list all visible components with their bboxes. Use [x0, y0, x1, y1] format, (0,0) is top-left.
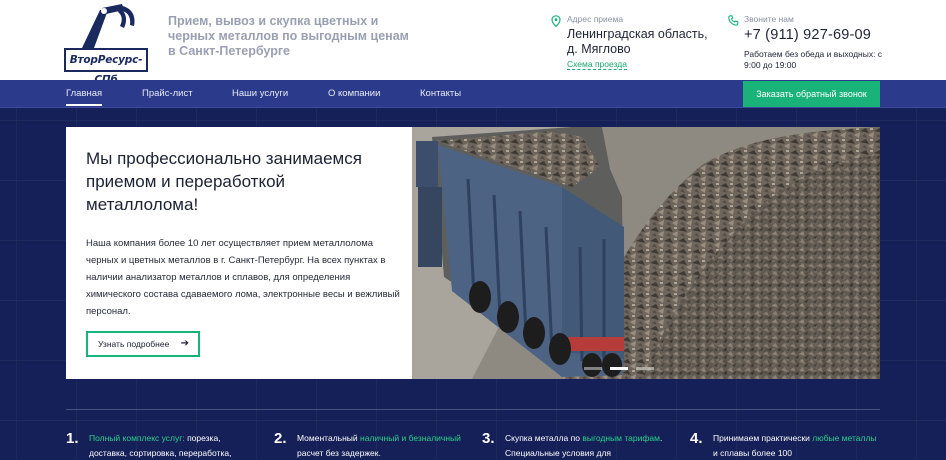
hero-title: Мы профессионально занимаемся приемом и …	[86, 149, 362, 214]
feature-text-before: Принимаем практически	[713, 433, 813, 443]
phone-icon	[728, 15, 739, 26]
scrap-truck-illustration	[412, 127, 880, 379]
learn-more-label: Узнать подробнее	[98, 339, 170, 349]
site-header: ВторРесурс-СПб Прием, вывоз и скупка цве…	[0, 0, 946, 86]
directions-link[interactable]: Схема проезда	[567, 59, 627, 70]
working-hours: Работаем без обеда и выходных: с 9:00 до…	[744, 49, 883, 70]
slider-dot[interactable]	[636, 367, 654, 370]
location-pin-icon	[551, 15, 561, 27]
excavator-claw-icon	[82, 4, 135, 48]
section-divider	[66, 409, 880, 410]
nav-item-services[interactable]: Наши услуги	[232, 80, 288, 108]
feature-text: Принимаем практически любые металлы и сп…	[713, 431, 883, 460]
feature-number: 1.	[66, 430, 79, 447]
site-logo[interactable]: ВторРесурс-СПб	[64, 2, 148, 86]
logo-wordmark: ВторРесурс-СПб	[64, 48, 148, 86]
learn-more-button[interactable]: Узнать подробнее ➔	[86, 331, 200, 357]
feature-text: Скупка металла по выгодным тарифам. Спец…	[505, 431, 675, 460]
hero-card: Мы профессионально занимаемся приемом и …	[66, 127, 412, 379]
slider-dot-active[interactable]	[610, 367, 628, 370]
feature-text-after: расчет без задержек.	[297, 448, 381, 458]
callback-request-button[interactable]: Заказать обратный звонок	[743, 81, 880, 107]
nav-item-about[interactable]: О компании	[328, 80, 380, 108]
feature-number: 4.	[690, 430, 703, 447]
feature-text: Моментальный наличный и безналичный расч…	[297, 431, 467, 460]
feature-highlight: Полный комплекс услуг:	[89, 433, 185, 443]
feature-number: 3.	[482, 430, 495, 447]
hero-slide-image	[412, 127, 880, 379]
address-value: Ленинградская область, д. Мяглово	[567, 27, 708, 56]
phone-number[interactable]: +7 (911) 927-69-09	[744, 27, 871, 43]
phone-label: Звоните нам	[744, 14, 794, 24]
feature-text-before: Скупка металла по	[505, 433, 583, 443]
feature-highlight: выгодным тарифам	[582, 433, 660, 443]
nav-item-contacts[interactable]: Контакты	[420, 80, 461, 108]
nav-item-price-list[interactable]: Прайс-лист	[142, 80, 193, 108]
nav-item-home[interactable]: Главная	[66, 80, 103, 108]
arrow-right-icon: ➔	[180, 338, 189, 349]
hero-description: Наша компания более 10 лет осуществляет …	[86, 238, 400, 317]
feature-text: Полный комплекс услуг: порезка, доставка…	[89, 431, 259, 460]
feature-text-after: и сплавы более 100	[713, 448, 793, 458]
feature-text-before: Моментальный	[297, 433, 360, 443]
feature-number: 2.	[274, 430, 287, 447]
site-tagline: Прием, вывоз и скупка цветных и черных м…	[168, 14, 409, 58]
feature-highlight: любые металлы	[812, 433, 877, 443]
feature-highlight: наличный и безналичный	[360, 433, 461, 443]
address-label: Адрес приема	[567, 14, 624, 24]
slider-dot[interactable]	[584, 367, 602, 370]
